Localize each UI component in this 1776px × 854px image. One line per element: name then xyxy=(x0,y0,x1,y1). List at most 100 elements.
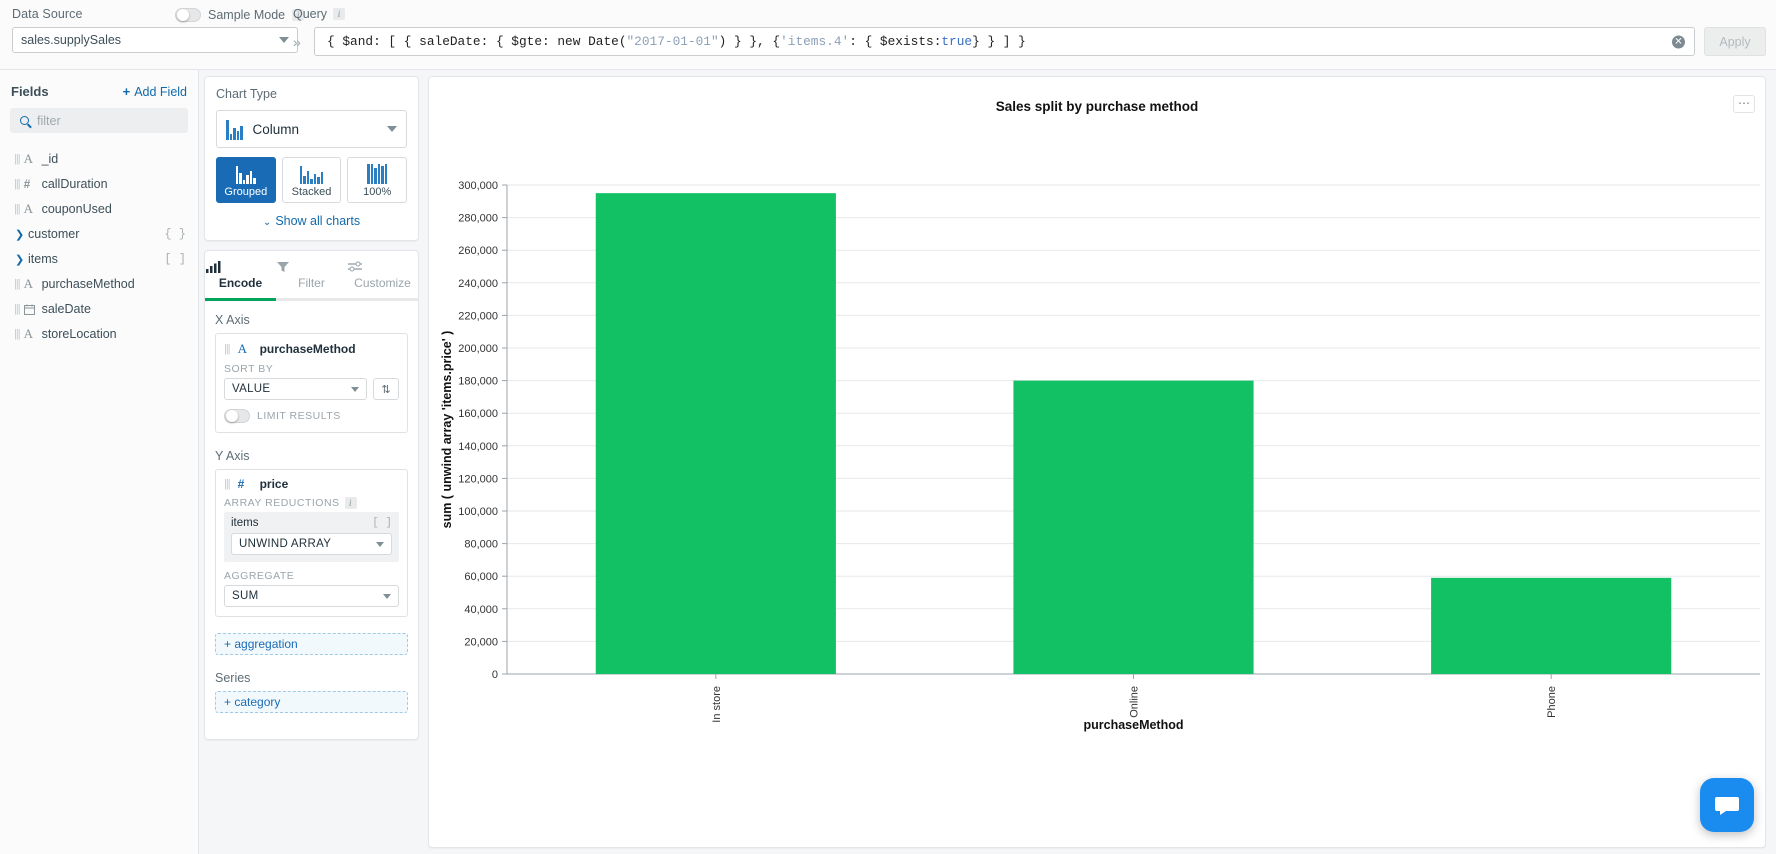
field-row-saledate[interactable]: ||| saleDate xyxy=(0,299,198,319)
aggregate-select[interactable]: SUM xyxy=(224,585,399,607)
field-type-icon-number: # xyxy=(24,177,39,191)
array-reduction-value: UNWIND ARRAY xyxy=(239,538,331,550)
chevron-down-icon: ⌄ xyxy=(263,217,271,228)
field-row-items[interactable]: ❯ items [ ] xyxy=(0,249,198,269)
chevron-down-icon xyxy=(383,594,391,599)
x-axis-field-chip[interactable]: ||| A purchaseMethod xyxy=(224,341,399,357)
query-info-icon[interactable]: i xyxy=(333,8,345,20)
y-axis-field-chip[interactable]: ||| # price xyxy=(224,477,399,491)
query-text-p4: } } ] } xyxy=(972,34,1026,49)
query-text-p3: : { $exists: xyxy=(849,34,941,49)
chevron-right-icon[interactable]: ❯ xyxy=(15,228,28,241)
x-axis-section-label: X Axis xyxy=(215,313,408,327)
query-text-p1: { $and: [ { saleDate: { $gte: new Date( xyxy=(327,34,627,49)
fields-title: Fields xyxy=(11,84,49,99)
field-filter-input[interactable]: filter xyxy=(10,108,188,133)
query-input[interactable]: { $and: [ { saleDate: { $gte: new Date("… xyxy=(314,27,1695,56)
chart-bar[interactable] xyxy=(596,193,836,674)
x-axis-tick-label: Online xyxy=(1129,686,1141,718)
chart-variant-stacked[interactable]: Stacked xyxy=(282,157,342,203)
grouped-bars-icon xyxy=(236,162,256,184)
query-label: Query xyxy=(293,7,327,21)
field-label: storeLocation xyxy=(42,327,117,341)
field-row-purchasemethod[interactable]: ||| A purchaseMethod xyxy=(0,274,198,294)
chart-variant-grouped[interactable]: Grouped xyxy=(216,157,276,203)
plus-icon: + xyxy=(123,84,131,99)
limit-results-label: LIMIT RESULTS xyxy=(257,410,341,422)
chevron-right-icon[interactable]: ❯ xyxy=(15,253,28,266)
drag-handle-icon[interactable]: ||| xyxy=(14,303,20,315)
query-text-s1: "2017-01-01" xyxy=(627,34,719,49)
chart-type-card: Chart Type Column Grouped xyxy=(204,76,419,241)
add-aggregation-button[interactable]: + aggregation xyxy=(215,633,408,655)
field-type-icon-string: A xyxy=(24,201,39,217)
y-axis-tick-label: 0 xyxy=(492,669,498,681)
chart-variant-label: Grouped xyxy=(224,186,267,198)
drag-handle-icon[interactable]: ||| xyxy=(14,178,20,190)
field-row-couponused[interactable]: ||| A couponUsed xyxy=(0,199,198,219)
sort-by-label: SORT BY xyxy=(224,363,399,375)
expand-sidebar-icon[interactable]: » xyxy=(293,34,305,50)
array-reductions-label-row: ARRAY REDUCTIONS i xyxy=(224,497,399,509)
y-axis-title: sum ( unwind array 'items.price' ) xyxy=(440,331,454,529)
field-row-storelocation[interactable]: ||| A storeLocation xyxy=(0,324,198,344)
field-label: customer xyxy=(28,227,79,241)
drag-handle-icon[interactable]: ||| xyxy=(14,203,20,215)
apply-button[interactable]: Apply xyxy=(1704,27,1766,56)
funnel-icon xyxy=(276,261,347,273)
data-source-select[interactable]: sales.supplySales xyxy=(12,27,298,53)
field-row-customer[interactable]: ❯ customer { } xyxy=(0,224,198,244)
array-reduction-field-name: items xyxy=(231,517,258,529)
chart-bar[interactable] xyxy=(1013,381,1253,674)
tab-filter[interactable]: Filter xyxy=(276,251,347,298)
drag-handle-icon[interactable]: ||| xyxy=(224,343,230,355)
y-axis-field-name: price xyxy=(260,477,289,491)
chat-bubble-icon xyxy=(1713,791,1741,819)
sort-direction-button[interactable]: ⇅ xyxy=(373,378,399,400)
chevron-down-icon xyxy=(376,542,384,547)
drag-handle-icon[interactable]: ||| xyxy=(224,478,230,490)
array-reduction-select[interactable]: UNWIND ARRAY xyxy=(231,533,392,555)
array-reductions-label: ARRAY REDUCTIONS xyxy=(224,497,340,509)
sort-by-select[interactable]: VALUE xyxy=(224,378,367,400)
field-filter-placeholder: filter xyxy=(37,114,61,128)
field-row-callduration[interactable]: ||| # callDuration xyxy=(0,174,198,194)
field-label: items xyxy=(28,252,58,266)
drag-handle-icon[interactable]: ||| xyxy=(14,153,20,165)
field-row-_id[interactable]: ||| A _id xyxy=(0,149,198,169)
tab-encode[interactable]: Encode xyxy=(205,251,276,298)
add-field-button[interactable]: + Add Field xyxy=(123,84,187,99)
field-type-icon-date xyxy=(24,304,39,315)
sort-by-row: VALUE ⇅ xyxy=(224,378,399,400)
y-axis-tick-label: 260,000 xyxy=(458,245,498,257)
sample-mode-toggle[interactable] xyxy=(175,8,201,22)
tab-customize[interactable]: Customize xyxy=(347,251,418,298)
query-header: Query i xyxy=(293,7,1766,21)
chart-type-select[interactable]: Column xyxy=(216,110,407,148)
field-type-badge-object: { } xyxy=(164,227,186,241)
clear-query-icon[interactable]: ✕ xyxy=(1672,35,1685,48)
sample-mode-group: Sample Mode i xyxy=(175,8,304,22)
chart-variant-100pct[interactable]: 100% xyxy=(347,157,407,203)
data-source-value: sales.supplySales xyxy=(21,33,121,47)
field-type-icon-string: A xyxy=(24,326,39,342)
aggregate-label: AGGREGATE xyxy=(224,570,399,582)
chart-svg[interactable]: 020,00040,00060,00080,000100,000120,0001… xyxy=(429,77,1765,847)
y-axis-tick-label: 140,000 xyxy=(458,441,498,453)
limit-results-toggle[interactable] xyxy=(224,409,250,423)
drag-handle-icon[interactable]: ||| xyxy=(14,278,20,290)
array-reductions-info-icon[interactable]: i xyxy=(345,497,357,509)
stacked-bars-icon xyxy=(300,162,324,184)
y-axis-tick-label: 200,000 xyxy=(458,343,498,355)
chat-bubble-button[interactable] xyxy=(1700,778,1754,832)
array-reduction-block: items [ ] UNWIND ARRAY xyxy=(224,512,399,562)
series-section-label: Series xyxy=(215,671,408,685)
drag-handle-icon[interactable]: ||| xyxy=(14,328,20,340)
show-all-charts-link[interactable]: ⌄Show all charts xyxy=(216,214,407,228)
fields-header: Fields + Add Field xyxy=(0,70,198,108)
field-type-icon-string: A xyxy=(238,341,253,357)
query-block: Query i » { $and: [ { saleDate: { $gte: … xyxy=(293,7,1766,56)
add-category-button[interactable]: + category xyxy=(215,691,408,713)
tab-customize-label: Customize xyxy=(347,276,418,290)
chart-bar[interactable] xyxy=(1431,578,1671,674)
